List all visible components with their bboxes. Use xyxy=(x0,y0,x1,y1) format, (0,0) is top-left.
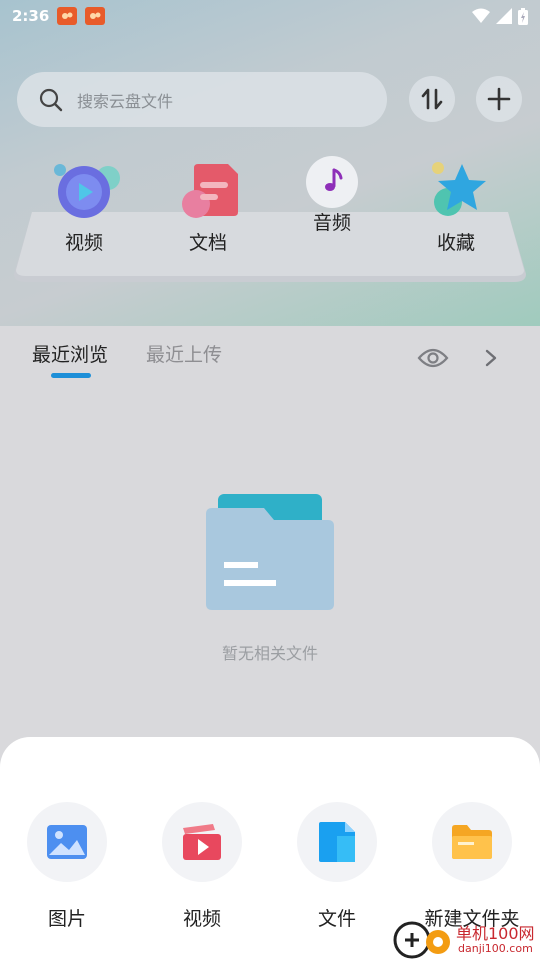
eye-icon[interactable] xyxy=(417,348,449,368)
upload-image-button[interactable]: 图片 xyxy=(12,802,122,931)
star-icon xyxy=(432,162,486,216)
upload-file-circle xyxy=(297,802,377,882)
watermark-logo-icon xyxy=(393,921,450,959)
file-icon xyxy=(319,822,355,862)
sort-button[interactable] xyxy=(409,76,455,122)
upload-file-label: 文件 xyxy=(317,908,356,930)
plus-icon xyxy=(487,87,511,111)
video-clip-icon xyxy=(183,824,221,860)
upload-video-button[interactable]: 视频 xyxy=(147,802,257,931)
battery-icon xyxy=(518,7,528,25)
new-folder-circle xyxy=(432,802,512,882)
category-label-favorites: 收藏 xyxy=(436,232,475,254)
add-button[interactable] xyxy=(476,76,522,122)
search-placeholder: 搜索云盘文件 xyxy=(77,91,174,111)
category-label-document: 文档 xyxy=(188,232,227,254)
upload-file-button[interactable]: 文件 xyxy=(282,802,392,931)
search-icon xyxy=(39,88,63,111)
category-favorites[interactable]: 收藏 xyxy=(406,160,506,255)
folder-icon xyxy=(452,825,492,859)
music-note-icon xyxy=(306,156,358,208)
upload-video-label: 视频 xyxy=(182,908,221,930)
search-input[interactable]: 搜索云盘文件 xyxy=(17,72,387,127)
category-video[interactable]: 视频 xyxy=(34,160,134,255)
document-icon xyxy=(182,164,238,218)
chevron-right-icon[interactable] xyxy=(484,349,498,367)
wifi-icon xyxy=(472,8,490,23)
tab-bar: 最近浏览 最近上传 xyxy=(0,330,540,390)
category-document[interactable]: 文档 xyxy=(158,160,258,255)
upload-image-circle xyxy=(27,802,107,882)
empty-state-message: 暂无相关文件 xyxy=(221,644,318,663)
status-bar: 2:36 xyxy=(0,0,540,32)
status-time: 2:36 xyxy=(12,7,50,25)
image-icon xyxy=(47,825,87,859)
category-label-video: 视频 xyxy=(64,232,103,254)
empty-folder-illustration xyxy=(206,494,334,610)
new-folder-button[interactable]: 新建文件夹 xyxy=(417,802,527,931)
notification-app-icon xyxy=(85,7,106,25)
watermark-brand: 单机100网 xyxy=(456,924,535,943)
upload-video-circle xyxy=(162,802,242,882)
signal-icon xyxy=(496,8,512,24)
watermark-url: danji100.com xyxy=(458,942,533,955)
sort-arrows-icon xyxy=(421,88,443,110)
tab-recent-viewed[interactable]: 最近浏览 xyxy=(32,340,108,367)
tab-active-indicator xyxy=(51,373,91,378)
category-label-audio: 音频 xyxy=(312,212,351,234)
tab-recent-uploaded[interactable]: 最近上传 xyxy=(146,340,222,367)
notification-app-icon xyxy=(57,7,78,25)
video-icon xyxy=(54,164,120,218)
watermark: 单机100网 danji100.com xyxy=(392,918,540,960)
upload-image-label: 图片 xyxy=(47,908,86,930)
category-audio[interactable]: 音频 xyxy=(282,156,382,235)
